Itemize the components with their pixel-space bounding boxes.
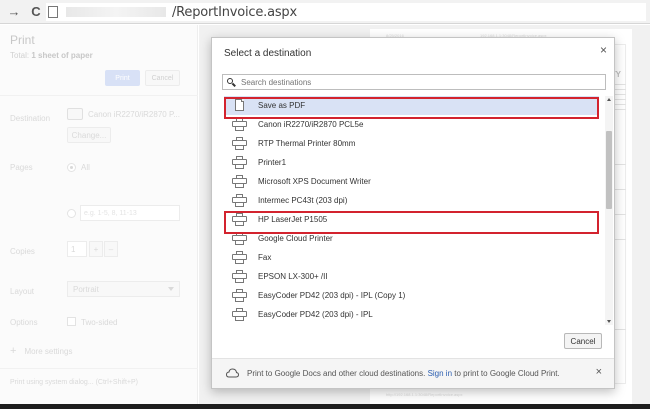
scroll-up-arrow-icon[interactable] [607,98,611,101]
printer-icon [232,251,247,264]
scroll-down-arrow-icon[interactable] [607,320,611,323]
printer-icon [232,289,247,302]
destination-label: HP LaserJet P1505 [258,215,328,224]
printer-icon [232,175,247,188]
destination-label: EPSON LX-300+ /II [258,272,328,281]
printer-icon [232,213,247,226]
select-destination-dialog: Select a destination × Save as PDF Canon … [211,37,615,389]
pdf-icon [232,99,247,112]
destination-label: Microsoft XPS Document Writer [258,177,371,186]
taskbar-strip [0,404,650,409]
destination-item[interactable]: EasyCoder PD42 (203 dpi) - IPL [224,305,599,324]
search-field[interactable] [222,74,606,90]
destination-label: Fax [258,253,272,262]
destination-label: Google Cloud Printer [258,234,333,243]
destination-item[interactable]: Google Cloud Printer [224,229,599,248]
address-url: /ReportInvoice.aspx [172,4,297,20]
printer-icon [232,308,247,321]
printer-icon [232,194,247,207]
destination-label: RTP Thermal Printer 80mm [258,139,356,148]
destination-item[interactable]: RTP Thermal Printer 80mm [224,134,599,153]
destination-list: Save as PDF Canon iR2270/iR2870 PCL5e RTP … [224,96,605,326]
close-icon[interactable]: × [600,43,607,57]
cancel-button[interactable]: Cancel [564,333,602,349]
destination-item[interactable]: EasyCoder PD42 (203 dpi) - IPL (Copy 1) [224,286,599,305]
printer-icon [232,270,247,283]
cloud-icon [226,368,239,378]
address-host-redacted [66,7,166,17]
destination-item[interactable]: Intermec PC43t (203 dpi) [224,191,599,210]
back-icon[interactable]: → [6,4,22,20]
search-icon [227,77,236,87]
printer-icon [232,137,247,150]
reload-icon[interactable]: C [28,4,44,20]
destination-label: Canon iR2270/iR2870 PCL5e [258,120,364,129]
destination-item[interactable]: Canon iR2270/iR2870 PCL5e [224,115,599,134]
browser-toolbar: → C /ReportInvoice.aspx [0,0,650,24]
search-input[interactable] [241,77,581,87]
close-icon[interactable]: × [596,366,602,378]
destination-scrollbar[interactable] [605,96,613,325]
page-icon [48,6,58,18]
printer-icon [232,232,247,245]
destination-label: Save as PDF [258,101,306,110]
destination-item[interactable]: HP LaserJet P1505 [224,210,599,229]
cloud-text-before: Print to Google Docs and other cloud des… [247,369,428,378]
dialog-title: Select a destination [224,48,312,59]
destination-item[interactable]: Printer1 [224,153,599,172]
destination-item[interactable]: EPSON LX-300+ /II [224,267,599,286]
cloud-text-after: to print to Google Cloud Print. [452,369,560,378]
destination-label: Intermec PC43t (203 dpi) [258,196,348,205]
destination-item[interactable]: Microsoft XPS Document Writer [224,172,599,191]
destination-item[interactable]: Save as PDF [224,96,599,115]
scrollbar-thumb[interactable] [606,131,612,209]
destination-label: Printer1 [258,158,287,167]
printer-icon [232,118,247,131]
sign-in-link[interactable]: Sign in [428,369,452,378]
destination-label: EasyCoder PD42 (203 dpi) - IPL (Copy 1) [258,291,406,300]
cloud-print-message: Print to Google Docs and other cloud des… [247,369,560,378]
destination-label: EasyCoder PD42 (203 dpi) - IPL [258,310,373,319]
destination-item[interactable]: Fax [224,248,599,267]
address-bar[interactable]: /ReportInvoice.aspx [46,3,646,21]
cloud-print-bar: Print to Google Docs and other cloud des… [212,358,614,388]
printer-icon [232,156,247,169]
